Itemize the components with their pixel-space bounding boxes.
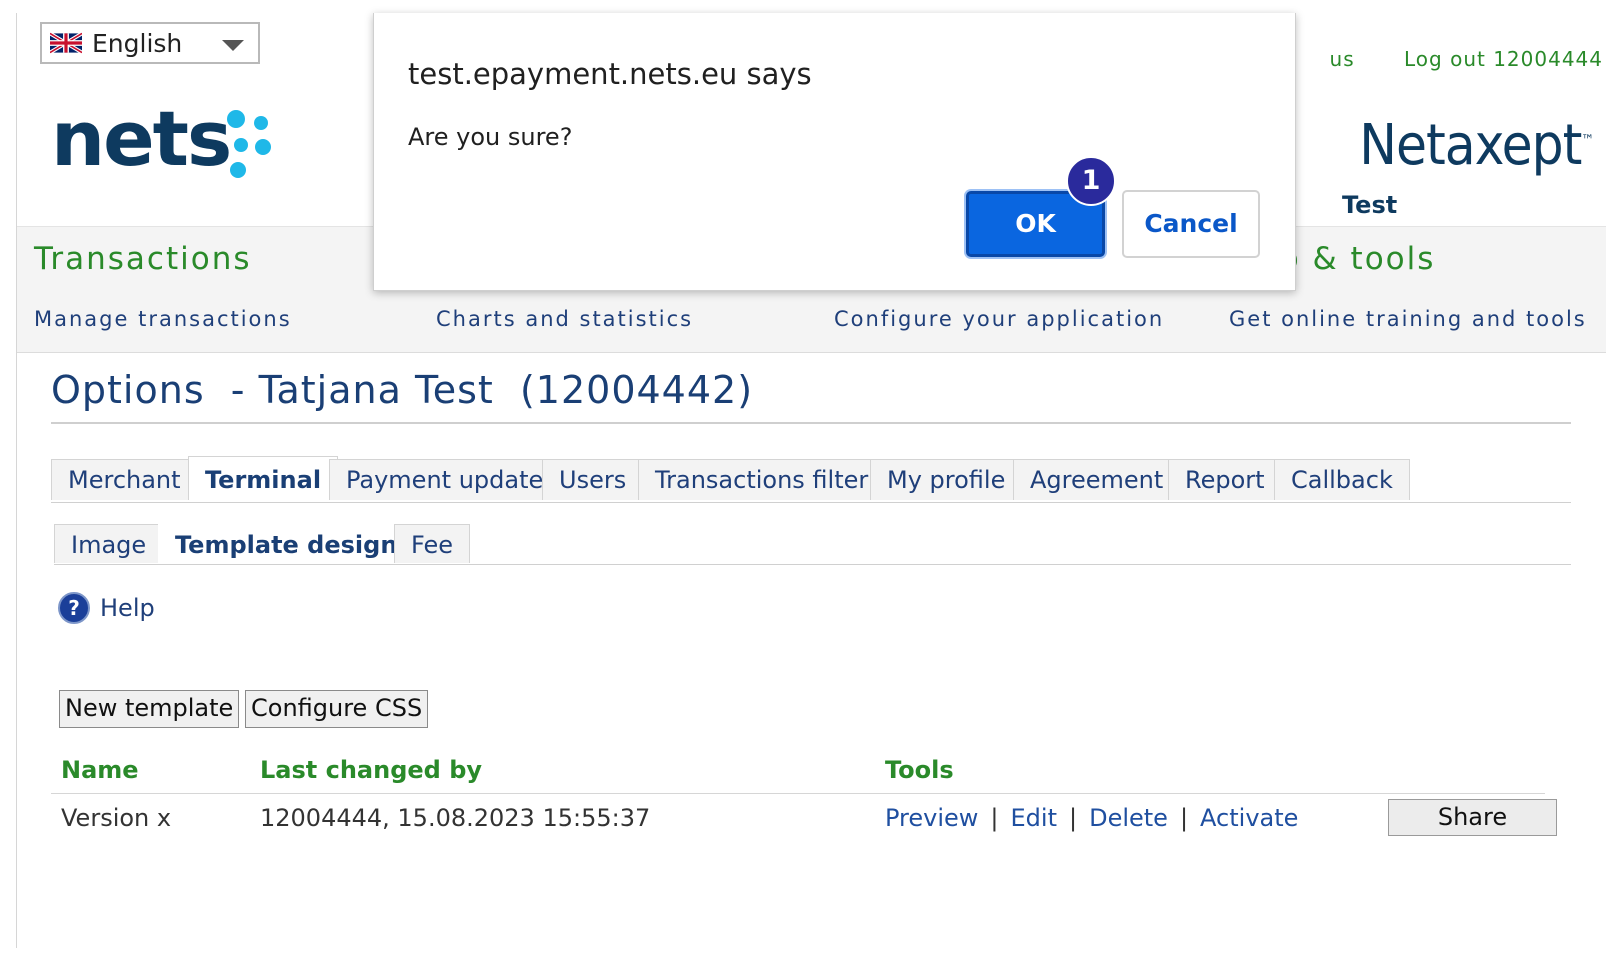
row-last-changed: 12004444, 15.08.2023 15:55:37 bbox=[260, 804, 651, 832]
environment-label: Test bbox=[1342, 191, 1398, 219]
help-icon: ? bbox=[58, 592, 90, 624]
nets-logo[interactable]: nets bbox=[51, 101, 271, 178]
dialog-message: Are you sure? bbox=[408, 123, 573, 151]
column-header-last-changed: Last changed by bbox=[260, 756, 483, 784]
options-tabs: Merchant Terminal Payment update Users T… bbox=[51, 456, 1571, 503]
tab-agreement[interactable]: Agreement bbox=[1013, 459, 1181, 500]
main-content: Options - Tatjana Test (12004442) Mercha… bbox=[51, 368, 1571, 836]
nav-subtitle: Configure your application bbox=[834, 307, 1165, 331]
nav-subtitle: Get online training and tools bbox=[1229, 307, 1587, 331]
preview-link[interactable]: Preview bbox=[885, 804, 978, 832]
confirm-dialog: test.epayment.nets.eu says Are you sure?… bbox=[373, 13, 1296, 291]
tab-my-profile[interactable]: My profile bbox=[870, 459, 1023, 500]
configure-css-button[interactable]: Configure CSS bbox=[245, 690, 429, 728]
share-button[interactable]: Share bbox=[1388, 799, 1557, 836]
chevron-down-icon bbox=[222, 40, 244, 51]
subtab-fee[interactable]: Fee bbox=[394, 524, 471, 563]
app-page: English nets us Log out 12004444 Netaxep… bbox=[16, 13, 1606, 948]
product-label: Netaxept bbox=[1359, 113, 1582, 178]
cancel-button[interactable]: Cancel bbox=[1122, 190, 1260, 258]
subtab-template-design[interactable]: Template design bbox=[158, 524, 415, 563]
nav-item-transactions[interactable]: Transactions Manage transactions bbox=[34, 241, 290, 331]
tab-report[interactable]: Report bbox=[1168, 459, 1282, 500]
logo-text: nets bbox=[51, 94, 232, 183]
activate-link[interactable]: Activate bbox=[1200, 804, 1298, 832]
new-template-button[interactable]: New template bbox=[59, 690, 240, 728]
row-tools: Preview | Edit | Delete | Activate bbox=[885, 804, 1299, 832]
contact-us-link[interactable]: us bbox=[1330, 47, 1355, 71]
nav-title: p & tools bbox=[1279, 241, 1436, 277]
page-title: Options - Tatjana Test (12004442) bbox=[51, 368, 1571, 424]
column-header-tools: Tools bbox=[885, 756, 954, 784]
header-links: us Log out 12004444 bbox=[1288, 47, 1603, 71]
svg-text:?: ? bbox=[68, 596, 80, 620]
terminal-subtabs: Image Template design Fee bbox=[54, 524, 1571, 565]
tab-merchant[interactable]: Merchant bbox=[51, 459, 198, 500]
language-select[interactable]: English bbox=[40, 22, 260, 64]
subtab-image[interactable]: Image bbox=[54, 524, 164, 563]
help-link[interactable]: ? Help bbox=[58, 592, 155, 624]
logout-link[interactable]: Log out 12004444 bbox=[1404, 47, 1603, 71]
step-badge: 1 bbox=[1066, 156, 1116, 206]
column-header-name: Name bbox=[61, 756, 139, 784]
product-name: Netaxept™ bbox=[1359, 113, 1594, 178]
trademark: ™ bbox=[1581, 132, 1594, 149]
edit-link[interactable]: Edit bbox=[1011, 804, 1057, 832]
tab-transactions-filter[interactable]: Transactions filter bbox=[638, 459, 886, 500]
tab-payment-update[interactable]: Payment update bbox=[329, 459, 561, 500]
delete-link[interactable]: Delete bbox=[1089, 804, 1168, 832]
tab-callback[interactable]: Callback bbox=[1274, 459, 1410, 500]
logo-dots-icon bbox=[227, 110, 271, 178]
row-name: Version x bbox=[61, 804, 172, 832]
nav-subtitle: Charts and statistics bbox=[436, 307, 694, 331]
nav-title: Transactions bbox=[34, 241, 252, 277]
language-label: English bbox=[92, 28, 183, 58]
table-divider bbox=[51, 793, 1545, 794]
dialog-title: test.epayment.nets.eu says bbox=[408, 57, 812, 91]
help-label: Help bbox=[100, 594, 155, 622]
tab-users[interactable]: Users bbox=[542, 459, 644, 500]
nav-item-help-tools[interactable]: p & tools Get online training and tools bbox=[1229, 241, 1585, 331]
uk-flag-icon bbox=[50, 32, 82, 54]
nav-subtitle: Manage transactions bbox=[34, 307, 292, 331]
tab-terminal[interactable]: Terminal bbox=[188, 456, 339, 500]
